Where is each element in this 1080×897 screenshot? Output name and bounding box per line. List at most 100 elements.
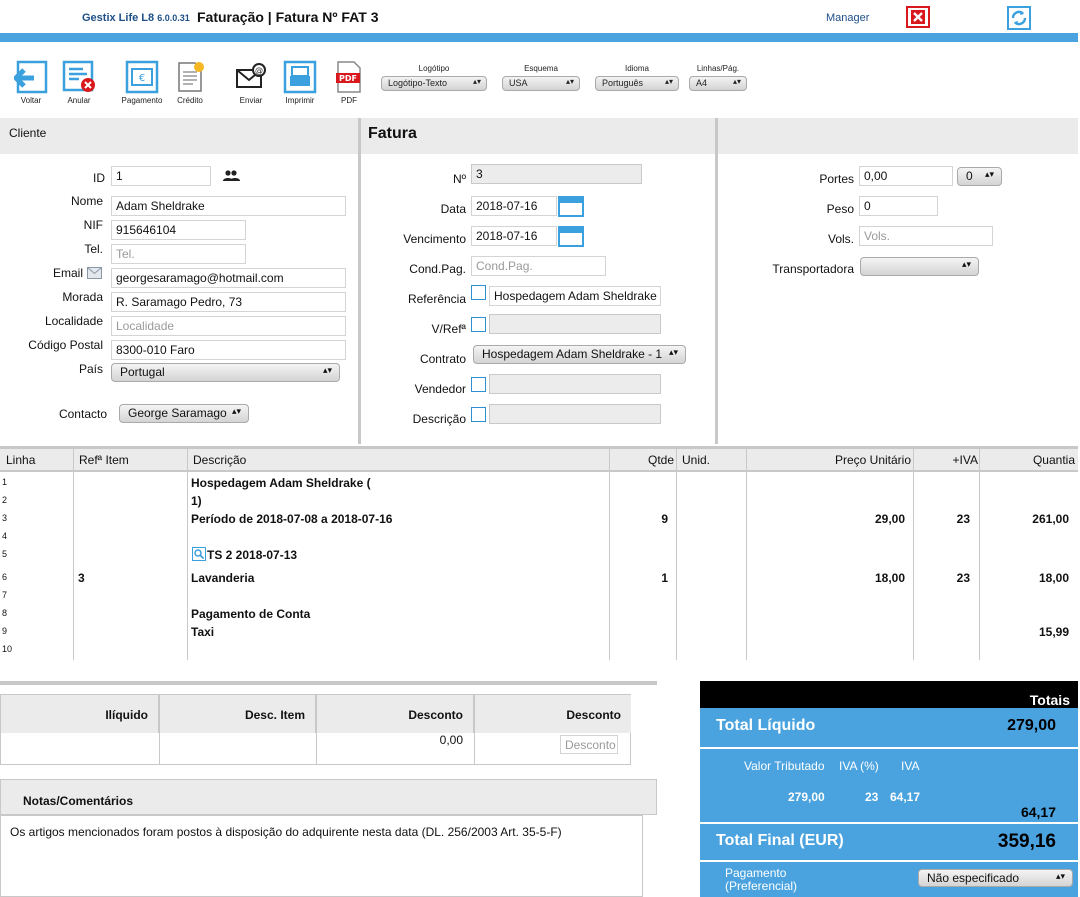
lines-select[interactable]: A4 ▴▾: [689, 76, 747, 91]
client-search-icon[interactable]: [223, 170, 240, 182]
client-tel-input[interactable]: Tel.: [111, 244, 246, 264]
items-table-header: Linha Refª Item Descrição Qtde Unid. Pre…: [0, 446, 1078, 472]
calendar-icon[interactable]: [558, 196, 584, 217]
magnifier-icon[interactable]: [192, 547, 206, 561]
col-line: Linha: [6, 453, 36, 467]
gross-header: Ilíquido: [1, 695, 160, 733]
item-ref: 3: [78, 571, 85, 585]
volumes-input[interactable]: Vols.: [859, 226, 993, 246]
edit-icon[interactable]: [471, 285, 486, 300]
invoice-seller-input[interactable]: [489, 374, 661, 394]
line-number: 5: [2, 549, 8, 559]
client-contact-select[interactable]: George Saramago ▴▾: [119, 404, 249, 423]
section-divider: [358, 118, 361, 444]
invoice-section-title: Fatura: [368, 125, 417, 142]
client-locality-input[interactable]: Localidade: [111, 316, 346, 336]
line-number: 2: [2, 495, 8, 505]
pdf-icon-text: PDF: [339, 74, 357, 83]
weight-input[interactable]: 0: [859, 196, 938, 216]
scheme-select[interactable]: USA ▴▾: [502, 76, 580, 91]
client-email-input[interactable]: georgesaramago@hotmail.com: [111, 268, 346, 288]
cancel-button-label: Anular: [67, 96, 91, 105]
close-button[interactable]: [906, 6, 930, 28]
invoice-number-input: 3: [471, 164, 642, 184]
client-postal-input[interactable]: 8300-010 Faro: [111, 340, 346, 360]
invoice-payment-terms-input[interactable]: Cond.Pag.: [471, 256, 606, 276]
item-quantity: 1: [661, 571, 668, 585]
edit-icon[interactable]: [471, 407, 486, 422]
carrier-select[interactable]: ▴▾: [860, 257, 979, 276]
client-name-input[interactable]: Adam Sheldrake: [111, 196, 346, 216]
item-amount: 261,00: [1032, 512, 1069, 526]
pdf-icon: PDF: [336, 61, 361, 93]
taxable-header: Valor Tributado: [744, 759, 825, 773]
column-divider: [474, 733, 475, 765]
shipping-cost-input[interactable]: 0,00: [859, 166, 953, 186]
cancel-document-icon: [62, 60, 95, 92]
line-number: 7: [2, 590, 8, 600]
weight-label: Peso: [826, 202, 854, 216]
select-arrows-icon: ▴▾: [732, 77, 741, 86]
client-id-input[interactable]: 1: [111, 166, 211, 186]
client-locality-label: Localidade: [44, 314, 103, 328]
invoice-due-input[interactable]: 2018-07-16: [471, 226, 557, 246]
item-description: TS 2 2018-07-13: [207, 548, 298, 562]
client-country-select[interactable]: Portugal ▴▾: [111, 363, 340, 382]
client-address-label: Morada: [62, 290, 103, 304]
invoice-their-ref-label: V/Refª: [431, 322, 466, 336]
logo-select-group: Logótipo Logótipo-Texto ▴▾: [381, 64, 487, 91]
refresh-icon: [1007, 6, 1031, 30]
invoice-section-header: Fatura: [361, 118, 715, 154]
line-number: 6: [2, 572, 8, 582]
notes-textarea[interactable]: Os artigos mencionados foram postos à di…: [0, 815, 643, 897]
pdf-button[interactable]: PDF PDF: [321, 60, 377, 105]
client-nif-input[interactable]: 915646104: [111, 220, 246, 240]
totals-title: Totais: [700, 681, 1078, 708]
email-icon[interactable]: [87, 267, 102, 279]
logo-select[interactable]: Logótipo-Texto ▴▾: [381, 76, 487, 91]
client-postal-label: Código Postal: [28, 338, 103, 352]
invoice-seller-label: Vendedor: [414, 382, 466, 396]
language-select[interactable]: Português ▴▾: [595, 76, 679, 91]
print-button[interactable]: Imprimir: [272, 60, 328, 105]
invoice-their-ref-input[interactable]: [489, 314, 661, 334]
vat-value: 64,17: [890, 790, 921, 804]
discount-header: Desconto: [317, 695, 475, 733]
invoice-number-label: Nº: [452, 172, 466, 186]
invoice-contract-select[interactable]: Hospedagem Adam Sheldrake - 1 ▴▾: [473, 345, 686, 364]
user-link[interactable]: Manager: [826, 12, 869, 24]
credit-button[interactable]: Crédito: [162, 60, 218, 105]
section-divider: [715, 118, 718, 444]
shipping-cost-label: Portes: [819, 172, 854, 186]
back-arrow-icon: [14, 60, 48, 94]
payment-button-label: Pagamento: [121, 96, 163, 105]
taxable-value: 279,00: [788, 790, 825, 804]
discount-input[interactable]: Desconto: [560, 735, 618, 754]
refresh-button[interactable]: [1006, 5, 1032, 31]
logo-select-label: Logótipo: [418, 64, 450, 73]
scheme-select-label: Esquema: [524, 64, 558, 73]
cancel-button[interactable]: Anular: [51, 60, 107, 105]
back-button-label: Voltar: [20, 96, 42, 105]
shipping-tax-select[interactable]: 0 ▴▾: [957, 167, 1002, 186]
col-item-ref: Refª Item: [79, 453, 129, 467]
client-address-input[interactable]: R. Saramago Pedro, 73: [111, 292, 346, 312]
edit-icon[interactable]: [471, 317, 486, 332]
client-contact-label: Contacto: [58, 407, 107, 421]
payment-method-select[interactable]: Não especificado ▴▾: [918, 869, 1073, 887]
invoice-reference-input[interactable]: Hospedagem Adam Sheldrake: [489, 286, 661, 306]
column-divider: [159, 733, 160, 765]
edit-icon[interactable]: [471, 377, 486, 392]
invoice-date-input[interactable]: 2018-07-16: [471, 196, 557, 216]
client-nif-label: NIF: [83, 218, 103, 232]
vat-rate-header: IVA (%): [839, 759, 879, 773]
svg-text:@: @: [255, 66, 263, 75]
page-title: Faturação | Fatura Nº FAT 3: [197, 9, 379, 25]
item-description: Lavanderia: [191, 571, 255, 585]
send-button[interactable]: @ Enviar: [223, 60, 279, 105]
payment-icon: €: [125, 60, 159, 94]
invoice-due-label: Vencimento: [403, 232, 466, 246]
invoice-description-input[interactable]: [489, 404, 661, 424]
col-quantity: Qtde: [647, 453, 674, 467]
calendar-icon[interactable]: [558, 226, 584, 247]
